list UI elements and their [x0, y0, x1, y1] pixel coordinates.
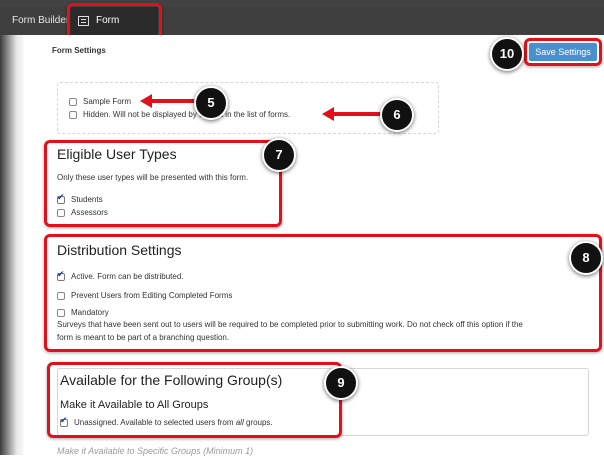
hidden-label: Hidden. Will not be displayed by default… — [83, 110, 291, 119]
tab-form-builder[interactable]: Form Builder — [12, 7, 69, 35]
unassigned-checkbox[interactable] — [60, 415, 68, 427]
callout-10: 10 — [490, 37, 524, 71]
groups-section-title: Available for the Following Group(s) — [60, 372, 283, 388]
callout-8: 8 — [569, 241, 603, 275]
sample-form-checkbox[interactable] — [69, 98, 77, 106]
eligible-description: Only these user types will be presented … — [57, 173, 249, 182]
unassigned-label: Unassigned. Available to selected users … — [74, 418, 273, 427]
active-label: Active. Form can be distributed. — [71, 272, 184, 281]
assessors-checkbox[interactable] — [57, 209, 65, 217]
distribution-section-title: Distribution Settings — [57, 242, 182, 258]
sample-form-label: Sample Form — [83, 97, 132, 106]
all-groups-heading: Make it Available to All Groups — [60, 399, 209, 411]
mandatory-description-line2: form is meant to be part of a branching … — [57, 333, 230, 342]
callout-5: 5 — [194, 86, 228, 120]
prevent-editing-label: Prevent Users from Editing Completed For… — [71, 291, 233, 300]
callout-6: 6 — [380, 98, 414, 132]
mandatory-description-line1: Surveys that have been sent out to users… — [57, 320, 523, 329]
students-checkbox[interactable] — [57, 192, 65, 204]
page-title: Form Settings — [52, 46, 106, 55]
callout-7: 7 — [262, 138, 296, 172]
students-label: Students — [71, 195, 103, 204]
prevent-editing-checkbox[interactable] — [57, 292, 65, 300]
mandatory-checkbox[interactable] — [57, 309, 65, 317]
save-button-highlight — [524, 38, 602, 66]
sidebar-shadow — [0, 35, 24, 455]
mandatory-label: Mandatory — [71, 308, 109, 317]
hidden-checkbox[interactable] — [69, 111, 77, 119]
callout-9: 9 — [324, 366, 358, 400]
eligible-section-title: Eligible User Types — [57, 146, 177, 162]
arrow-5-line — [150, 99, 196, 103]
active-checkbox[interactable] — [57, 269, 65, 281]
assessors-label: Assessors — [71, 208, 108, 217]
arrow-6-line — [332, 112, 382, 116]
